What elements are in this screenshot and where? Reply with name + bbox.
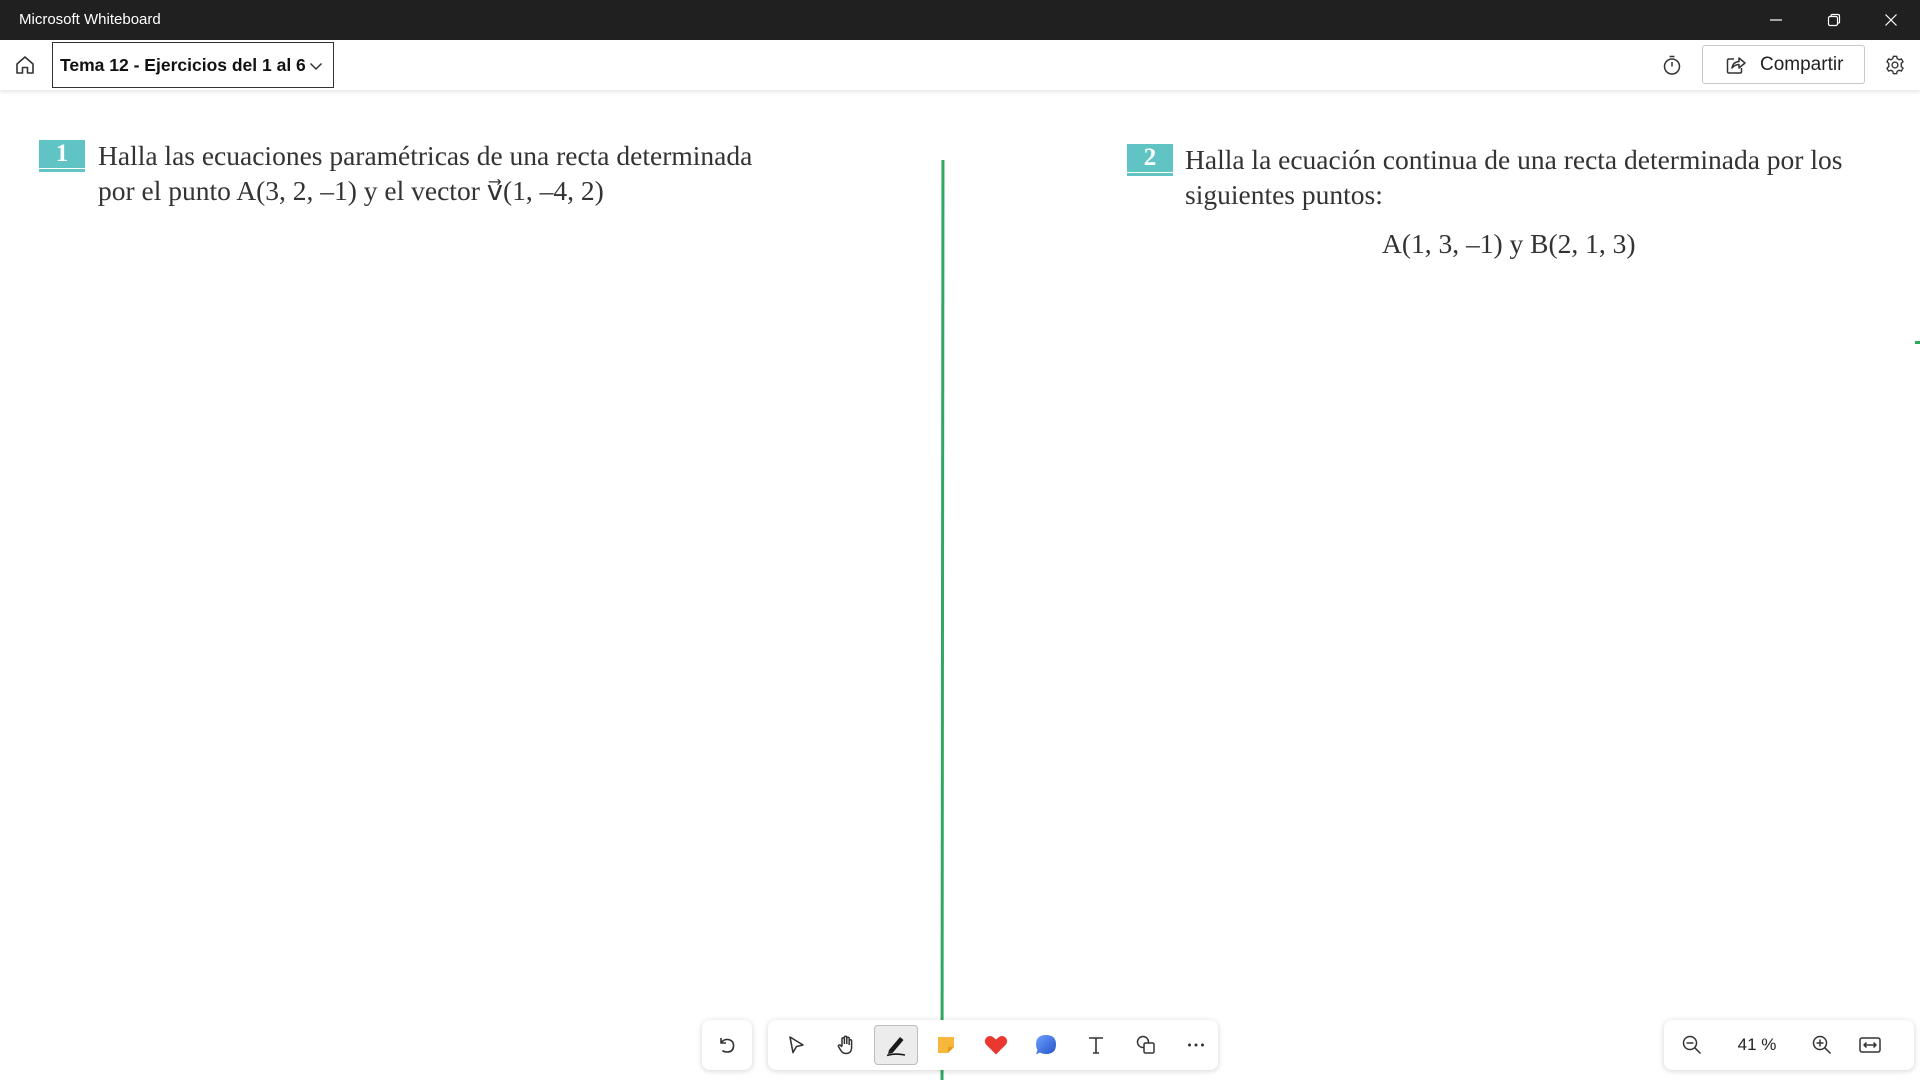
timer-icon: [1663, 55, 1681, 75]
text-tool[interactable]: [1074, 1025, 1118, 1065]
select-tool[interactable]: [774, 1025, 818, 1065]
restore-button[interactable]: [1805, 0, 1863, 40]
chat-bubble-icon: [1036, 1035, 1056, 1055]
board-title-dropdown[interactable]: Tema 12 - Ejercicios del 1 al 6: [52, 42, 334, 88]
more-icon: [1188, 1043, 1204, 1047]
text-icon: [1089, 1037, 1103, 1054]
zoom-out-icon: [1682, 1035, 1702, 1055]
fit-to-screen-icon: [1859, 1037, 1881, 1053]
whiteboard-canvas[interactable]: 1 Halla las ecuaciones paramétricas de u…: [0, 90, 1920, 1080]
home-icon: [16, 56, 34, 74]
zoom-in-button[interactable]: [1800, 1025, 1844, 1065]
fit-to-screen-button[interactable]: [1848, 1025, 1892, 1065]
home-button[interactable]: [10, 50, 40, 80]
comment-tool[interactable]: [1024, 1025, 1068, 1065]
select-icon: [789, 1036, 804, 1054]
undo-button[interactable]: [705, 1025, 749, 1065]
reaction-tool[interactable]: [974, 1025, 1018, 1065]
exercise-2-badge: 2: [1127, 144, 1173, 176]
exercise-1-line-1: Halla las ecuaciones paramétricas de una…: [98, 140, 753, 171]
close-icon: [1885, 14, 1897, 26]
title-bar: Microsoft Whiteboard: [0, 0, 1920, 40]
minimize-icon: [1770, 19, 1782, 21]
exercise-1-text: Halla las ecuaciones paramétricas de una…: [98, 138, 752, 208]
share-icon: [1726, 56, 1746, 74]
shapes-tool[interactable]: [1124, 1025, 1168, 1065]
ink-dot: [1915, 341, 1920, 344]
pen-tool[interactable]: [874, 1025, 918, 1065]
exercise-2-line-2: siguientes puntos:: [1185, 179, 1383, 210]
settings-button[interactable]: [1880, 50, 1910, 80]
heart-reaction-icon: [984, 1035, 1008, 1055]
hand-tool[interactable]: [824, 1025, 868, 1065]
sticky-note-icon: [938, 1037, 954, 1053]
chevron-down-icon: [309, 62, 323, 71]
exercise-2-formula: A(1, 3, –1) y B(2, 1, 3): [1382, 228, 1636, 259]
zoom-in-icon: [1812, 1035, 1832, 1055]
share-button[interactable]: Compartir: [1702, 45, 1865, 84]
exercise-2-text: Halla la ecuación continua de una recta …: [1185, 142, 1842, 212]
exercise-1-badge: 1: [39, 140, 85, 172]
pen-icon: [886, 1037, 906, 1057]
shapes-icon: [1136, 1035, 1155, 1054]
exercise-1-line-2: por el punto A(3, 2, –1) y el vector v⃗(…: [98, 175, 604, 206]
undo-palette: [702, 1020, 752, 1070]
ink-divider-line[interactable]: [940, 160, 945, 1080]
undo-icon: [720, 1038, 735, 1053]
tool-palette: [768, 1020, 1218, 1070]
timer-button[interactable]: [1658, 51, 1686, 79]
zoom-level: 41 %: [1737, 1035, 1777, 1054]
hand-icon: [837, 1035, 853, 1055]
app-title: Microsoft Whiteboard: [19, 11, 161, 28]
more-tools-button[interactable]: [1174, 1025, 1218, 1065]
close-button[interactable]: [1862, 0, 1920, 40]
share-label: Compartir: [1760, 53, 1844, 75]
sticky-note-tool[interactable]: [924, 1025, 968, 1065]
board-title: Tema 12 - Ejercicios del 1 al 6: [60, 54, 306, 75]
zoom-controls: 41 %: [1664, 1020, 1914, 1070]
restore-icon: [1827, 13, 1841, 27]
minimize-button[interactable]: [1747, 0, 1805, 40]
gear-icon: [1886, 55, 1904, 75]
top-toolbar: Tema 12 - Ejercicios del 1 al 6 Comparti…: [0, 40, 1920, 90]
zoom-out-button[interactable]: [1670, 1025, 1714, 1065]
exercise-2-line-1: Halla la ecuación continua de una recta …: [1185, 144, 1843, 175]
